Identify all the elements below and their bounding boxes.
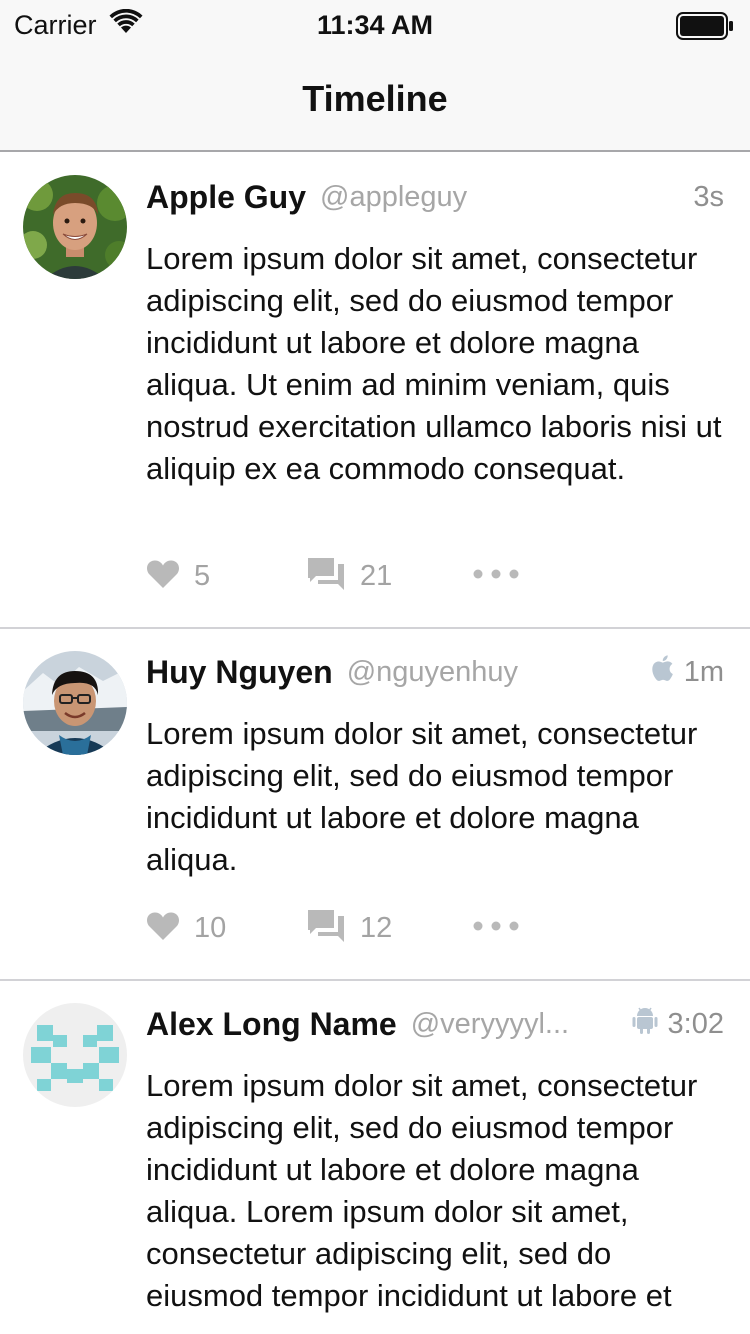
more-icon (472, 919, 520, 937)
comment-button[interactable]: 21 (308, 556, 392, 596)
post-cell[interactable]: Apple Guy @appleguy 3s Lorem ipsum dolor… (0, 152, 750, 629)
comment-icon (308, 556, 346, 597)
status-time: 11:34 AM (316, 10, 434, 40)
navigation-bar: Timeline (0, 50, 750, 152)
like-button[interactable]: 5 (146, 556, 210, 596)
post-header: Apple Guy @appleguy 3s (146, 176, 724, 218)
user-handle[interactable]: @appleguy (320, 181, 681, 214)
post-actions: 10 12 (146, 908, 566, 948)
user-name[interactable]: Apple Guy (146, 179, 306, 216)
avatar[interactable] (23, 651, 127, 755)
page-title: Timeline (302, 78, 448, 119)
more-icon (472, 567, 520, 585)
like-count: 10 (194, 911, 227, 944)
apple-icon (650, 654, 674, 690)
battery-icon (676, 12, 734, 40)
post-meta: 1m (650, 654, 724, 690)
user-name[interactable]: Huy Nguyen (146, 654, 333, 691)
like-button[interactable]: 10 (146, 908, 226, 948)
post-text: Lorem ipsum dolor sit amet, consectetur … (146, 716, 698, 877)
user-handle[interactable]: @nguyenhuy (347, 656, 638, 689)
post-meta: 3:02 (632, 1005, 724, 1043)
post-header: Alex Long Name @veryyyyl... 3:02 (146, 1003, 724, 1045)
user-name[interactable]: Alex Long Name (146, 1006, 397, 1043)
like-count: 5 (194, 559, 211, 592)
avatar[interactable] (23, 1003, 127, 1107)
comment-count: 21 (360, 559, 393, 592)
post-cell[interactable]: Huy Nguyen @nguyenhuy 1m Lorem ipsum dol… (0, 629, 750, 981)
post-actions: 5 21 (146, 556, 566, 596)
post-meta: 3s (693, 181, 724, 214)
post-cell[interactable]: Alex Long Name @veryyyyl... 3:02 Lorem i… (0, 981, 750, 1334)
timeline-feed[interactable]: Apple Guy @appleguy 3s Lorem ipsum dolor… (0, 152, 750, 1334)
post-time: 1m (683, 655, 724, 688)
user-handle[interactable]: @veryyyyl... (411, 1008, 620, 1041)
comment-count: 12 (360, 911, 393, 944)
post-time: 3:02 (667, 1007, 724, 1040)
post-text: Lorem ipsum dolor sit amet, consectetur … (146, 1068, 698, 1313)
heart-icon (146, 559, 180, 594)
more-button[interactable] (472, 556, 520, 596)
post-time: 3s (693, 180, 724, 213)
post-text: Lorem ipsum dolor sit amet, consectetur … (146, 241, 722, 486)
comment-icon (308, 908, 346, 949)
android-icon (632, 1005, 658, 1043)
status-bar: Carrier 11:34 AM (0, 0, 750, 50)
heart-icon (146, 911, 180, 946)
comment-button[interactable]: 12 (308, 908, 392, 948)
post-header: Huy Nguyen @nguyenhuy 1m (146, 651, 724, 693)
avatar[interactable] (23, 175, 127, 279)
more-button[interactable] (472, 908, 520, 948)
